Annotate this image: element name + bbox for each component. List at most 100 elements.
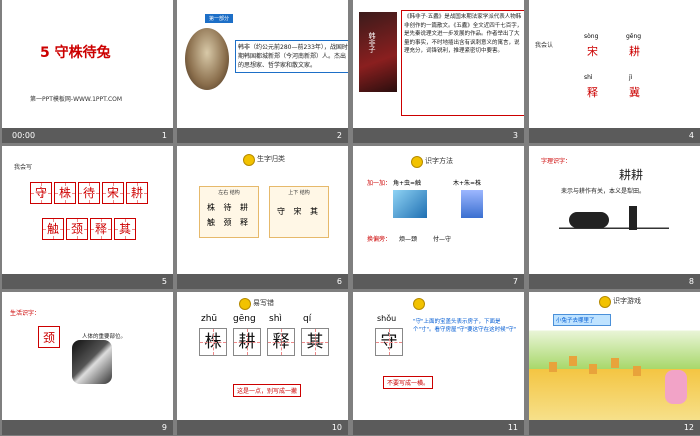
char-1: 宋 [587,45,598,58]
pinyin-2: gēng [626,33,642,40]
slide-thumb-7[interactable]: 识字方法 加一加： 角+虫=触 木+朱=株 换偏旁： 烦—颈 付—守 7 [351,146,527,290]
slide-canvas: 识字方法 加一加： 角+虫=触 木+朱=株 换偏旁： 烦—颈 付—守 [353,146,524,274]
slide-canvas: 我会写 守 株 待 宋 耕 触 颈 释 其 [2,146,173,274]
author-info: 韩非（约公元前280—前233年），战国时期韩国都城新郑（今河南新郑）人。杰出的… [235,40,348,73]
group-char: 待 [223,203,235,212]
write-char-5: 耕 [126,182,148,204]
slide-canvas: 生活识字： 颈 人体的重要部位。 [2,292,173,420]
slide-number: 8 [688,277,694,286]
swap-example-2: 付—守 [433,236,452,243]
slide-bar: 4 [529,128,700,143]
write-char-6: 触 [42,218,64,240]
add-example-1: 角+虫=触 [393,180,422,187]
write-char-3: 待 [78,182,100,204]
game-banner: 小兔子去哪里了 [553,314,611,326]
slide-thumb-10[interactable]: 易写错 zhū gēng shì qí 株 耕 释 其 这是一点，别写成一撇 1… [175,292,351,436]
featured-char: 守 [375,328,403,356]
slide-number: 9 [161,423,167,432]
slide-thumb-6[interactable]: 生字归类 左右 结构 株 待 耕 触 颈 释 上下 结构 守 宋 其 6 [175,146,351,290]
slide-bar: 12 [529,420,700,435]
swap-method-label: 换偏旁： [367,236,392,243]
slide-canvas: 字理识字： 耕耕 耒示与耕作有关，本义是犁田。 [529,146,700,274]
swap-example-1: 烦—颈 [399,236,418,243]
featured-char: 颈 [38,326,60,348]
slide-thumb-3[interactable]: 韩非子 《韩非子·五蠹》是战国末期法家学派代表人物韩非创作的一篇散文。《五蠹》全… [351,0,527,144]
slide-canvas: 易写错 zhū gēng shì qí 株 耕 释 其 这是一点，别写成一撇 [177,292,348,420]
slide-number: 4 [688,131,694,140]
slide-thumb-12[interactable]: 识字游戏 小兔子去哪里了 12 [527,292,700,436]
write-char-2: 株 [54,182,76,204]
group-char: 触 [206,218,218,227]
char-3: 释 [587,86,598,99]
slide-bar: 00:00 1 [2,128,173,143]
right-group-header: 上下 结构 [288,190,310,196]
slide-number: 1 [161,131,167,140]
slide-bar: 3 [353,128,524,143]
slide-canvas: 5 守株待兔 第一PPT模板网-WWW.1PPT.COM [2,0,173,128]
meaning-note: 耒示与耕作有关，本义是犁田。 [561,188,646,195]
write-char-1: 守 [30,182,52,204]
bell-icon [599,296,611,308]
slide-heading: 识字方法 [425,157,453,165]
slide-bar: 11 [353,420,524,435]
slide-thumb-1[interactable]: 5 守株待兔 第一PPT模板网-WWW.1PPT.COM 00:00 1 [0,0,176,144]
slide-number: 12 [683,423,694,432]
bell-icon [243,154,255,166]
write-char-8: 释 [90,218,112,240]
pinyin-4: jì [629,74,633,81]
write-char-7: 颈 [66,218,88,240]
bell-icon [239,298,251,310]
plant-image [461,190,483,218]
horn-image [393,190,427,218]
slide-heading: 生字归类 [257,155,285,163]
section-label: 字理识字： [541,158,572,165]
slide-number: 2 [336,131,342,140]
slide-thumb-8[interactable]: 字理识字： 耕耕 耒示与耕作有关，本义是犁田。 8 [527,146,700,290]
meaning-note: 人体的重要部位。 [82,334,127,340]
slide-canvas: 韩非子 《韩非子·五蠹》是战国末期法家学派代表人物韩非创作的一篇散文。《五蠹》全… [353,0,524,128]
slide-bar: 9 [2,420,173,435]
group-char: 守 [276,207,288,216]
char-2: 耕 [629,45,640,58]
left-group-header: 左右 结构 [218,190,240,196]
tricky-char-4: 其 [301,328,329,356]
group-char: 耕 [240,203,252,212]
group-char: 颈 [223,218,235,227]
slide-canvas: 识字游戏 小兔子去哪里了 [529,292,700,420]
slide-canvas: 第一部分 韩非（约公元前280—前233年），战国时期韩国都城新郑（今河南新郑）… [177,0,348,128]
char-4: 冀 [629,86,640,99]
slide-thumb-9[interactable]: 生活识字： 颈 人体的重要部位。 9 [0,292,176,436]
bell-icon [413,298,425,310]
slide-thumb-2[interactable]: 第一部分 韩非（约公元前280—前233年），战国时期韩国都城新郑（今河南新郑）… [175,0,351,144]
group-char: 宋 [293,207,305,216]
pinyin-4: qí [303,314,312,324]
neck-photo [72,340,112,384]
slide-number: 6 [336,277,342,286]
left-group: 左右 结构 株 待 耕 触 颈 释 [199,186,259,238]
group-char: 释 [240,218,252,227]
book-title: 韩非子 [368,32,376,53]
slide-thumb-11[interactable]: shǒu 守 "守"上面的宝盖头表示房子，下面是个"寸"。看守房屋"守"要这守在… [351,292,527,436]
add-example-2: 木+朱=株 [453,180,482,187]
hint-box: 这是一点，别写成一撇 [233,384,302,397]
group-char: 其 [310,207,322,216]
pinyin-3: shì [584,74,593,81]
pinyin-1: sòng [584,33,599,40]
write-char-4: 宋 [102,182,124,204]
slide-bar: 6 [177,274,348,289]
slide-thumb-5[interactable]: 我会写 守 株 待 宋 耕 触 颈 释 其 5 [0,146,176,290]
portrait-image [185,28,229,90]
slide-number: 3 [512,131,518,140]
write-char-9: 其 [114,218,136,240]
pinyin: shǒu [377,314,397,323]
group-char: 株 [206,203,218,212]
slide-canvas: shǒu 守 "守"上面的宝盖头表示房子，下面是个"寸"。看守房屋"守"要这守在… [353,292,524,420]
explain-text: "守"上面的宝盖头表示房子，下面是个"寸"。看守房屋"守"要这守在这时候"守" [413,319,517,333]
stump-row [549,352,669,392]
slide-canvas: 生字归类 左右 结构 株 待 耕 触 颈 释 上下 结构 守 宋 其 [177,146,348,274]
section-label: 我会认 [535,42,554,49]
slide-thumb-4[interactable]: 我会认 sòng 宋 gēng 耕 shì 释 jì 冀 4 [527,0,700,144]
slide-bar: 5 [2,274,173,289]
pinyin-3: shì [269,314,282,324]
slide-bar: 2 [177,128,348,143]
